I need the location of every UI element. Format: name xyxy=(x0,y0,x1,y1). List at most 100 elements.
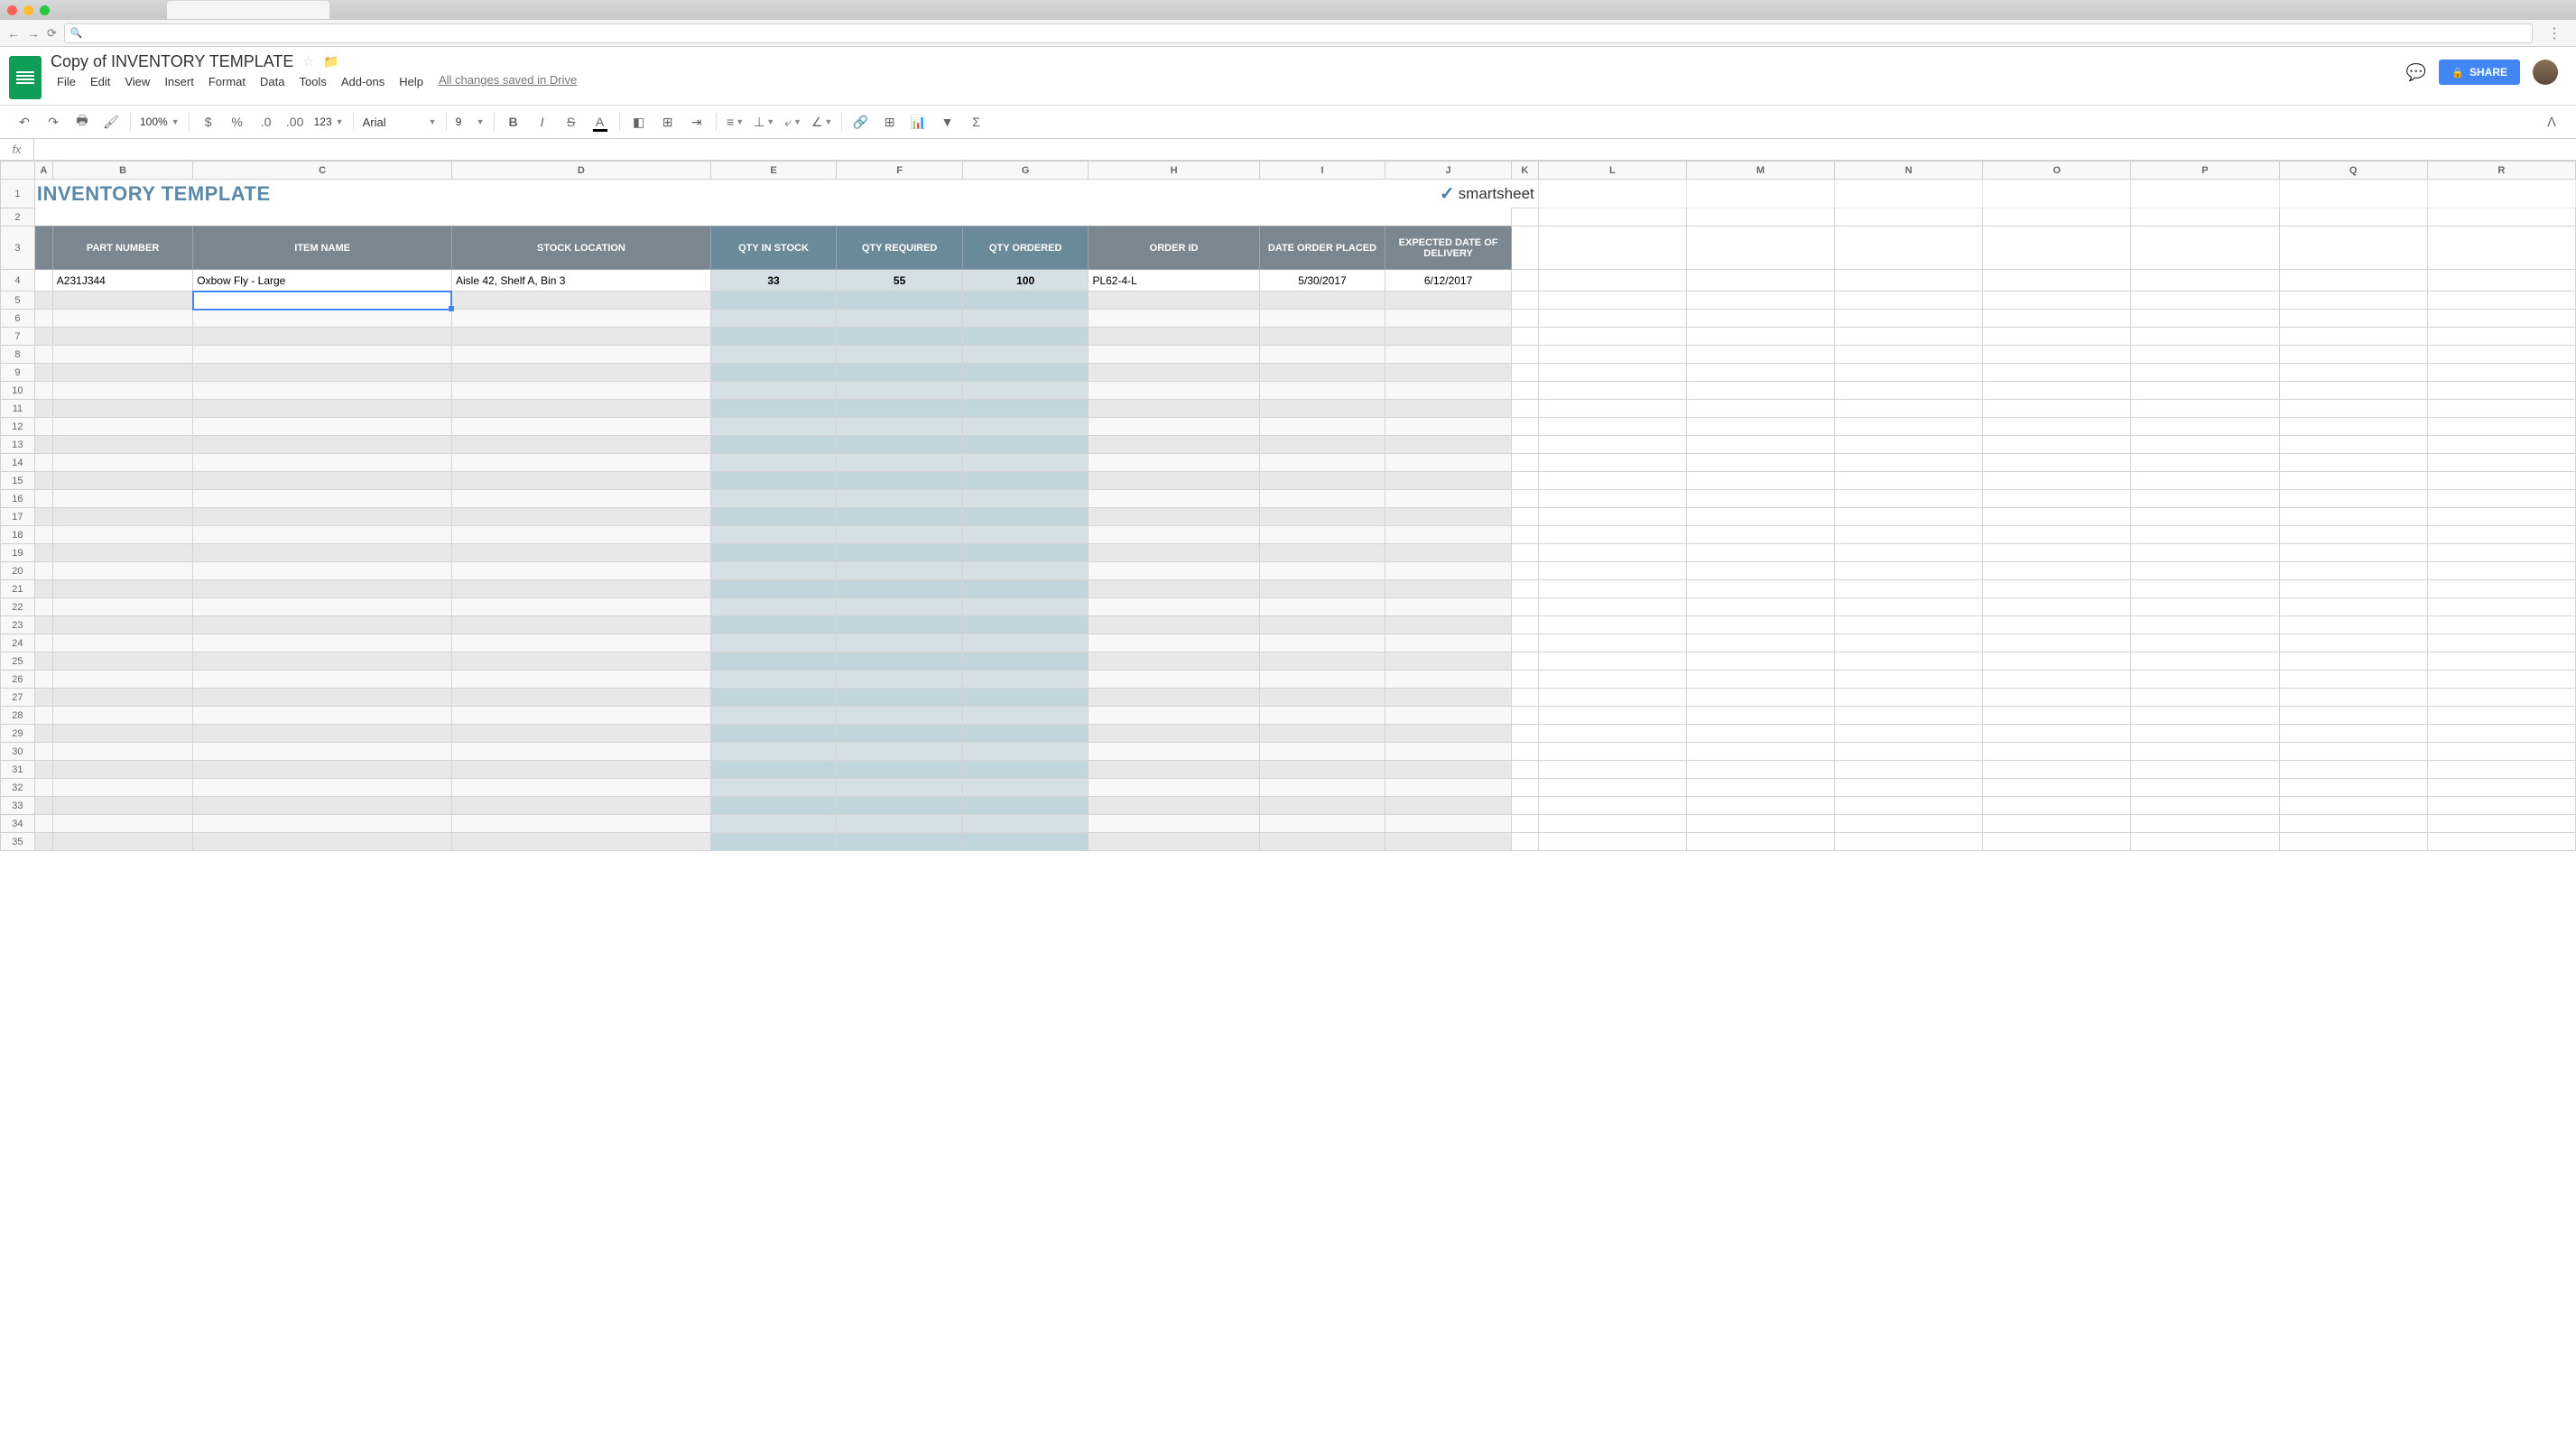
share-button[interactable]: 🔒 SHARE xyxy=(2439,60,2520,85)
cell-G32[interactable] xyxy=(962,779,1089,797)
cell-L13[interactable] xyxy=(1538,436,1686,454)
cell-R6[interactable] xyxy=(2427,310,2575,328)
cell-O26[interactable] xyxy=(1983,671,2131,689)
cell-E11[interactable] xyxy=(710,400,837,418)
cell-N4[interactable] xyxy=(1835,270,1983,292)
cell-J13[interactable] xyxy=(1385,436,1512,454)
cell-J33[interactable] xyxy=(1385,797,1512,815)
cell-A23[interactable] xyxy=(34,616,52,634)
forward-button[interactable]: → xyxy=(27,26,40,41)
col-header-R[interactable]: R xyxy=(2427,162,2575,180)
cell-R24[interactable] xyxy=(2427,634,2575,652)
row-header-24[interactable]: 24 xyxy=(1,634,35,652)
cell-K6[interactable] xyxy=(1511,310,1538,328)
cell-O24[interactable] xyxy=(1983,634,2131,652)
cell-J34[interactable] xyxy=(1385,815,1512,833)
cell-F34[interactable] xyxy=(837,815,963,833)
cell-R12[interactable] xyxy=(2427,418,2575,436)
star-icon[interactable]: ☆ xyxy=(302,54,314,69)
cell-B4[interactable]: A231J344 xyxy=(52,270,193,292)
cell-H8[interactable] xyxy=(1089,346,1259,364)
cell-G16[interactable] xyxy=(962,490,1089,508)
cell-G35[interactable] xyxy=(962,833,1089,851)
cell-L32[interactable] xyxy=(1538,779,1686,797)
cell-D31[interactable] xyxy=(451,761,710,779)
cell-B10[interactable] xyxy=(52,382,193,400)
cell-D20[interactable] xyxy=(451,562,710,580)
cell-P26[interactable] xyxy=(2131,671,2279,689)
cell-B34[interactable] xyxy=(52,815,193,833)
cell-E34[interactable] xyxy=(710,815,837,833)
cell-H23[interactable] xyxy=(1089,616,1259,634)
cell-L31[interactable] xyxy=(1538,761,1686,779)
cell-F7[interactable] xyxy=(837,328,963,346)
cell-A22[interactable] xyxy=(34,598,52,616)
cell-R2[interactable] xyxy=(2427,208,2575,227)
col-header-H[interactable]: H xyxy=(1089,162,1259,180)
cell-H28[interactable] xyxy=(1089,707,1259,725)
cell-J5[interactable] xyxy=(1385,292,1512,310)
cell-E7[interactable] xyxy=(710,328,837,346)
cell-R30[interactable] xyxy=(2427,743,2575,761)
cell-N16[interactable] xyxy=(1835,490,1983,508)
cell-F6[interactable] xyxy=(837,310,963,328)
row-header-28[interactable]: 28 xyxy=(1,707,35,725)
row-header-2[interactable]: 2 xyxy=(1,208,35,227)
cell-R27[interactable] xyxy=(2427,689,2575,707)
cell-P11[interactable] xyxy=(2131,400,2279,418)
cell-H24[interactable] xyxy=(1089,634,1259,652)
cell-N35[interactable] xyxy=(1835,833,1983,851)
cell-L28[interactable] xyxy=(1538,707,1686,725)
cell-K19[interactable] xyxy=(1511,544,1538,562)
cell-F28[interactable] xyxy=(837,707,963,725)
cell-H30[interactable] xyxy=(1089,743,1259,761)
cell-N30[interactable] xyxy=(1835,743,1983,761)
cell-J14[interactable] xyxy=(1385,454,1512,472)
paint-format-button[interactable]: 🖌 xyxy=(97,108,125,135)
cell-J25[interactable] xyxy=(1385,652,1512,671)
cell-F3[interactable]: QTY REQUIRED xyxy=(837,227,963,270)
col-header-O[interactable]: O xyxy=(1983,162,2131,180)
cell-A35[interactable] xyxy=(34,833,52,851)
cell-G18[interactable] xyxy=(962,526,1089,544)
cell-B15[interactable] xyxy=(52,472,193,490)
cell-D9[interactable] xyxy=(451,364,710,382)
cell-D10[interactable] xyxy=(451,382,710,400)
row-header-19[interactable]: 19 xyxy=(1,544,35,562)
text-color-button[interactable]: A xyxy=(587,108,614,135)
cell-I28[interactable] xyxy=(1259,707,1385,725)
cell-A14[interactable] xyxy=(34,454,52,472)
cell-N1[interactable] xyxy=(1835,180,1983,208)
cell-H10[interactable] xyxy=(1089,382,1259,400)
cell-G10[interactable] xyxy=(962,382,1089,400)
cell-L30[interactable] xyxy=(1538,743,1686,761)
cell-R34[interactable] xyxy=(2427,815,2575,833)
cell-K15[interactable] xyxy=(1511,472,1538,490)
cell-R21[interactable] xyxy=(2427,580,2575,598)
cell-O31[interactable] xyxy=(1983,761,2131,779)
cell-A15[interactable] xyxy=(34,472,52,490)
cell-Q15[interactable] xyxy=(2279,472,2427,490)
cell-M24[interactable] xyxy=(1686,634,1834,652)
cell-E3[interactable]: QTY IN STOCK xyxy=(710,227,837,270)
cell-D34[interactable] xyxy=(451,815,710,833)
col-header-D[interactable]: D xyxy=(451,162,710,180)
cell-E2[interactable] xyxy=(710,208,837,227)
cell-K2[interactable] xyxy=(1511,208,1538,227)
cell-H22[interactable] xyxy=(1089,598,1259,616)
bold-button[interactable]: B xyxy=(500,108,527,135)
cell-I21[interactable] xyxy=(1259,580,1385,598)
cell-J2[interactable] xyxy=(1385,208,1512,227)
text-wrap-button[interactable]: ⤶▼ xyxy=(780,108,807,135)
cell-P29[interactable] xyxy=(2131,725,2279,743)
cell-B32[interactable] xyxy=(52,779,193,797)
row-header-11[interactable]: 11 xyxy=(1,400,35,418)
cell-H14[interactable] xyxy=(1089,454,1259,472)
cell-O22[interactable] xyxy=(1983,598,2131,616)
cell-N21[interactable] xyxy=(1835,580,1983,598)
collapse-toolbar-button[interactable]: ᐱ xyxy=(2538,108,2565,135)
cell-N34[interactable] xyxy=(1835,815,1983,833)
cell-R31[interactable] xyxy=(2427,761,2575,779)
col-header-E[interactable]: E xyxy=(710,162,837,180)
cell-A20[interactable] xyxy=(34,562,52,580)
